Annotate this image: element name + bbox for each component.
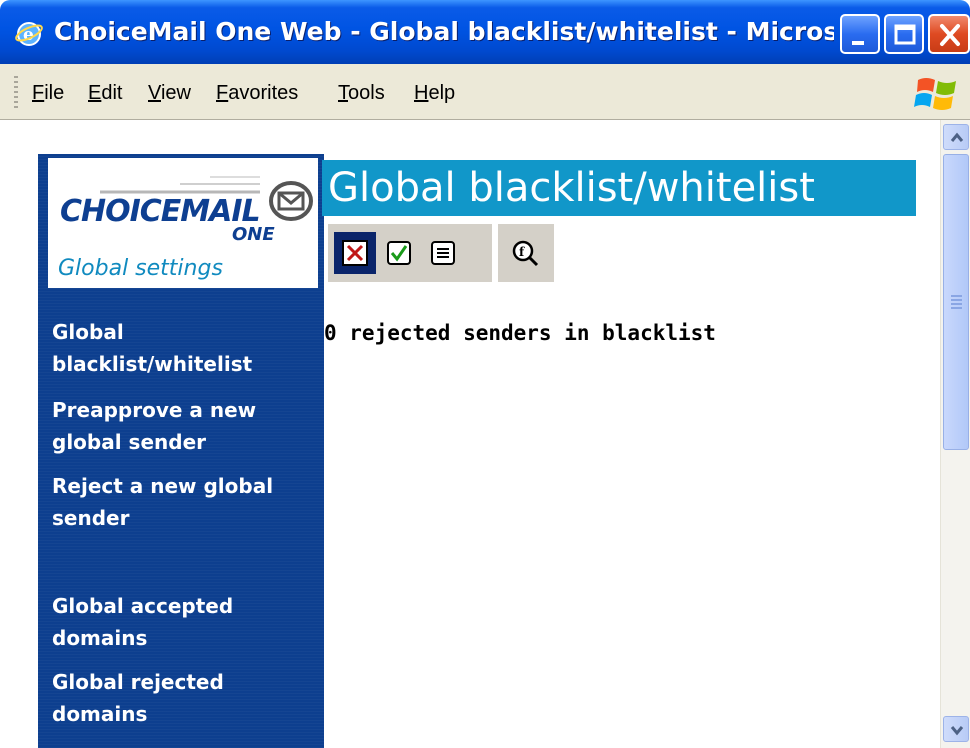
menu-bar: File Edit View Favorites Tools Help (0, 64, 970, 120)
envelope-icon (269, 181, 313, 221)
scroll-up-button[interactable] (943, 124, 969, 150)
choicemail-logo: CHOICEMAIL ONE Global settings (48, 158, 318, 288)
minimize-button[interactable] (840, 14, 880, 54)
close-button[interactable] (928, 14, 970, 54)
svg-text:f: f (519, 245, 525, 259)
minimize-icon (852, 41, 864, 45)
blacklist-count-message: 0 rejected senders in blacklist (324, 321, 716, 345)
menu-file[interactable]: File (32, 78, 64, 108)
nav-link-preapprove-global-sender[interactable]: Preapprove a new global sender (52, 394, 316, 458)
logo-wordmark: CHOICEMAIL (60, 194, 261, 229)
chevron-up-icon (950, 132, 964, 142)
nav-link-global-accepted-domains[interactable]: Global accepted domains (52, 590, 316, 654)
scroll-thumb[interactable] (943, 154, 969, 450)
menu-edit[interactable]: Edit (88, 78, 122, 108)
menu-grip[interactable] (14, 76, 18, 110)
maximize-button[interactable] (884, 14, 924, 54)
maximize-icon (894, 24, 916, 45)
nav-link-reject-global-sender[interactable]: Reject a new global sender (52, 470, 316, 534)
internet-explorer-icon: e (15, 22, 43, 46)
logo-caption: Global settings (58, 256, 223, 281)
approve-button[interactable] (378, 232, 420, 274)
toolbar-group-search: f (498, 224, 554, 282)
toolbar-group-actions (328, 224, 492, 282)
menu-tools[interactable]: Tools (338, 78, 385, 108)
search-icon: f (512, 240, 539, 267)
reject-button[interactable] (334, 232, 376, 274)
logo-one: ONE (232, 224, 275, 245)
windows-logo-icon (914, 78, 956, 110)
page-title: Global blacklist/whitelist (322, 160, 916, 216)
window-title-bar[interactable]: e ChoiceMail One Web - Global blacklist/… (0, 0, 970, 64)
nav-link-global-blacklist-whitelist[interactable]: Global blacklist/whitelist (52, 316, 316, 380)
list-button[interactable] (422, 232, 464, 274)
menu-help[interactable]: Help (414, 78, 455, 108)
scroll-down-button[interactable] (943, 716, 969, 742)
list-icon (431, 241, 455, 265)
window-title: ChoiceMail One Web - Global blacklist/wh… (54, 17, 834, 46)
menu-view[interactable]: View (148, 78, 191, 108)
close-icon (940, 24, 960, 46)
scroll-grip (951, 295, 962, 309)
nav-link-global-rejected-domains[interactable]: Global rejected domains (52, 666, 316, 730)
vertical-scrollbar[interactable] (940, 120, 970, 748)
search-button[interactable]: f (504, 232, 546, 274)
reject-icon (342, 240, 368, 266)
approve-icon (387, 241, 411, 265)
sidebar: CHOICEMAIL ONE Global settings Global bl… (38, 154, 324, 748)
menu-favorites[interactable]: Favorites (216, 78, 298, 108)
chevron-down-icon (950, 726, 964, 736)
